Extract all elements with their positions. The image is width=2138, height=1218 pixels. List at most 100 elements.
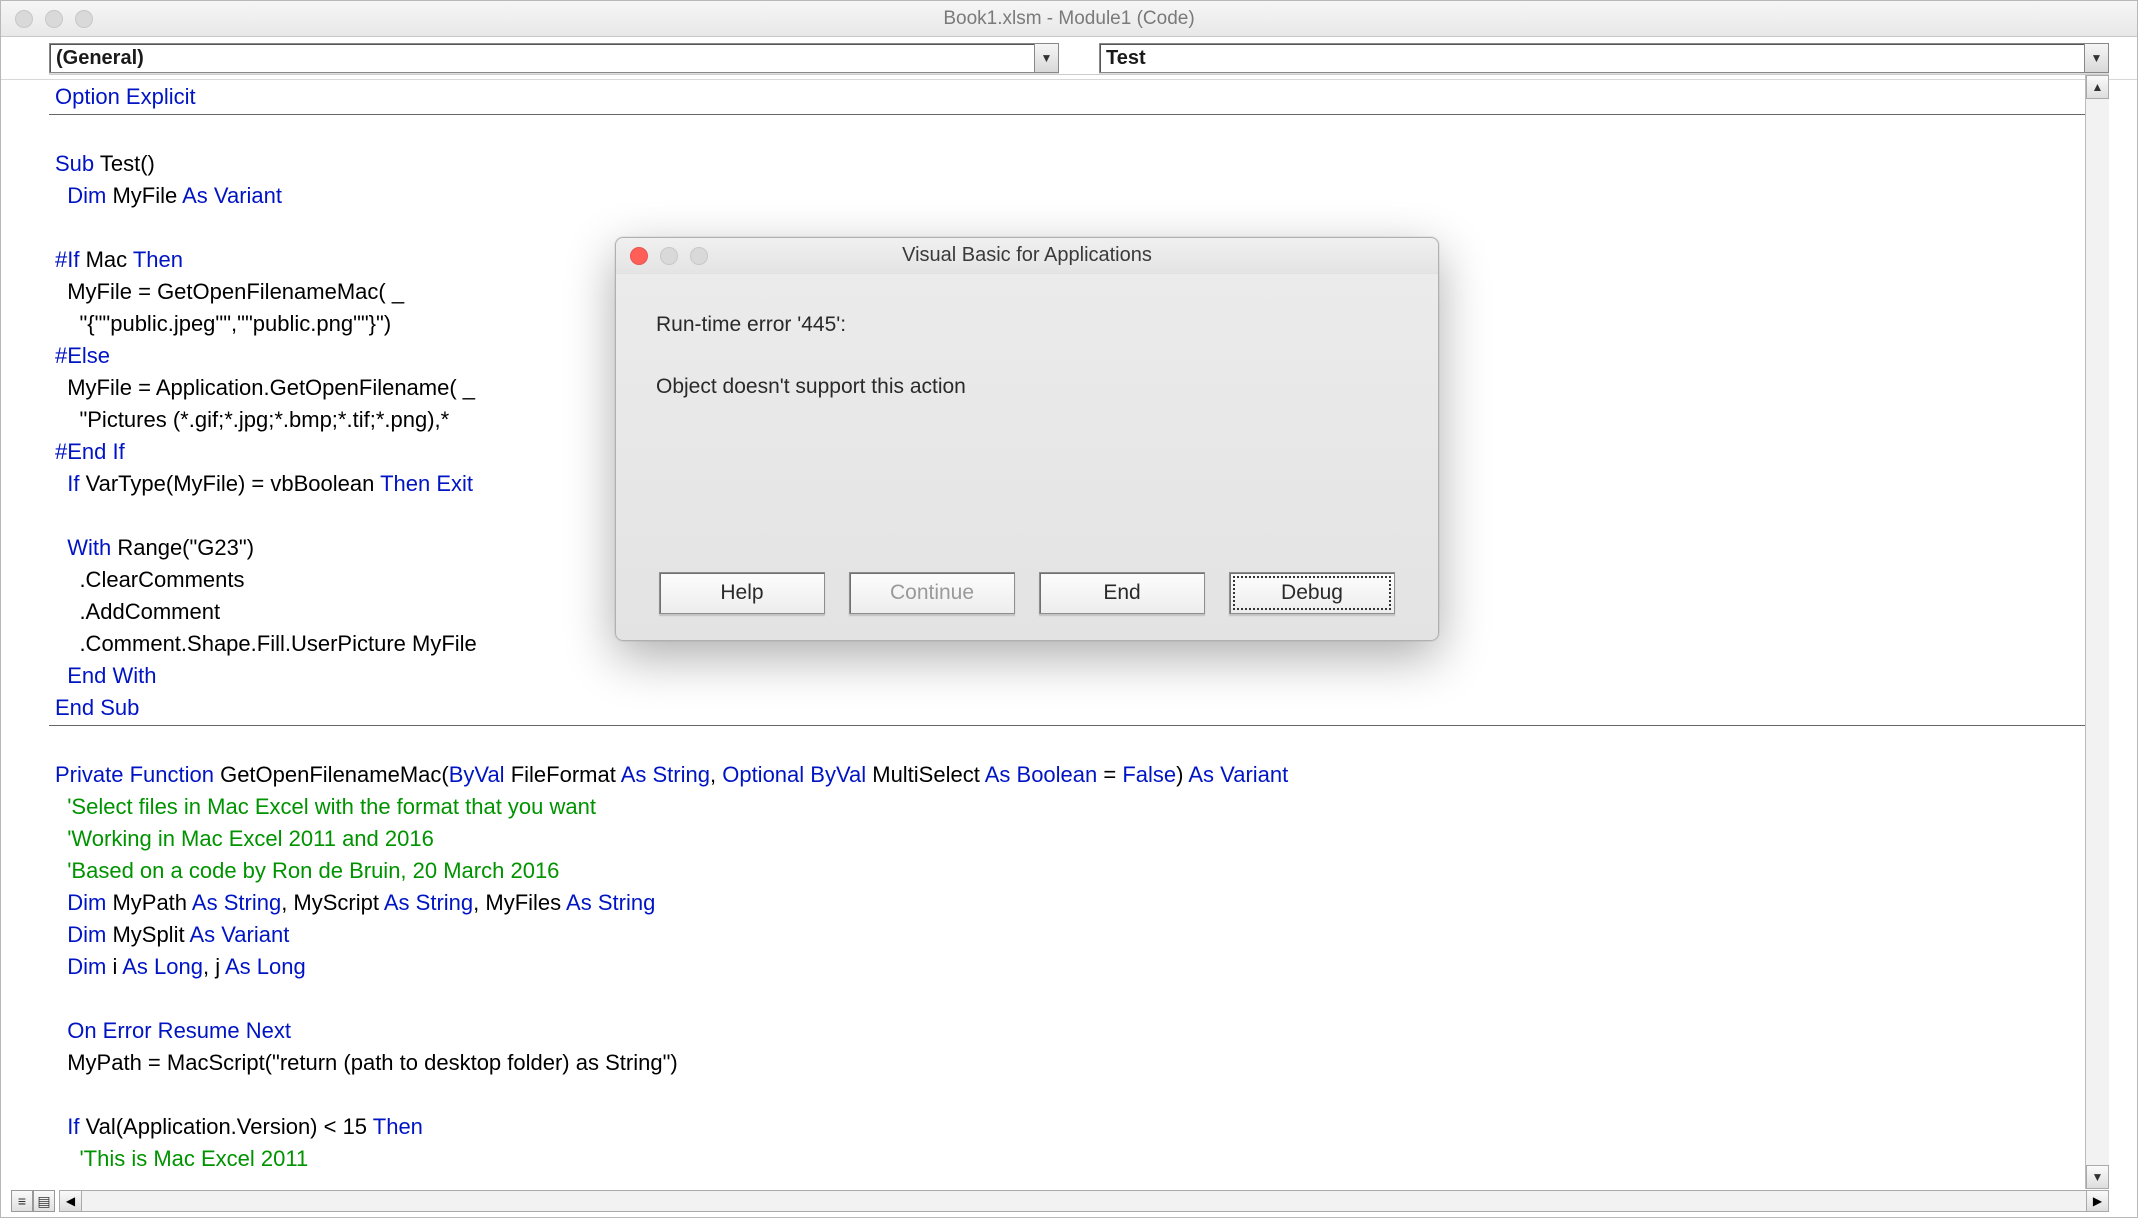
- object-dropdown-value: (General): [50, 47, 1034, 70]
- code-text: i: [106, 954, 122, 979]
- error-dialog: Visual Basic for Applications Run-time e…: [615, 237, 1439, 641]
- code-text: As Boolean: [985, 762, 1098, 787]
- code-text: Then Exit: [380, 471, 473, 496]
- bottom-bar: ≡ ▤ ◀ ▶: [11, 1189, 2109, 1213]
- error-code-text: Run-time error '445':: [656, 308, 1398, 342]
- code-text: Dim: [55, 183, 106, 208]
- window-titlebar: Book1.xlsm - Module1 (Code): [1, 1, 2137, 37]
- code-text: #End If: [55, 439, 125, 464]
- scroll-left-icon[interactable]: ◀: [60, 1191, 82, 1211]
- scroll-right-icon[interactable]: ▶: [2086, 1191, 2108, 1211]
- code-text: End Sub: [55, 695, 139, 720]
- code-text: MyPath: [106, 890, 192, 915]
- code-text: ,: [710, 762, 722, 787]
- end-button[interactable]: End: [1039, 572, 1205, 614]
- zoom-button[interactable]: [75, 10, 93, 28]
- code-text: As Variant: [1188, 762, 1288, 787]
- close-button[interactable]: [15, 10, 33, 28]
- code-text: GetOpenFilenameMac(: [214, 762, 449, 787]
- procedure-view-button[interactable]: ≡: [11, 1190, 33, 1212]
- code-text: As Long: [122, 954, 203, 979]
- code-text: MyFile = GetOpenFilenameMac( _: [55, 279, 404, 304]
- code-text: False: [1122, 762, 1176, 787]
- minimize-button[interactable]: [45, 10, 63, 28]
- dialog-close-button[interactable]: [630, 247, 648, 265]
- code-window: Book1.xlsm - Module1 (Code) (General) ▼ …: [0, 0, 2138, 1218]
- dialog-minimize-button: [660, 247, 678, 265]
- code-text: If: [55, 471, 79, 496]
- code-comment: 'Based on a code by Ron de Bruin, 20 Mar…: [55, 858, 559, 883]
- code-comment: 'Select files in Mac Excel with the form…: [55, 794, 596, 819]
- dialog-title: Visual Basic for Applications: [616, 244, 1438, 267]
- code-text: Dim: [55, 890, 106, 915]
- help-button[interactable]: Help: [659, 572, 825, 614]
- code-text: Range("G23"): [111, 535, 254, 560]
- code-text: As String: [384, 890, 473, 915]
- code-text: ByVal: [449, 762, 505, 787]
- dialog-zoom-button: [690, 247, 708, 265]
- code-text: "{""public.jpeg"",""public.png""}"): [55, 311, 391, 336]
- scroll-down-icon[interactable]: ▼: [2086, 1165, 2109, 1189]
- procedure-dropdown-value: Test: [1100, 47, 2084, 70]
- object-dropdown[interactable]: (General) ▼: [49, 43, 1059, 73]
- code-text: As String: [192, 890, 281, 915]
- code-text: .AddComment: [55, 599, 220, 624]
- code-text: =: [1097, 762, 1122, 787]
- code-text: With: [55, 535, 111, 560]
- scroll-track[interactable]: [82, 1191, 2086, 1211]
- code-text: MyFile: [106, 183, 182, 208]
- code-text: VarType(MyFile) = vbBoolean: [79, 471, 380, 496]
- traffic-lights: [1, 10, 93, 28]
- code-text: As String: [621, 762, 710, 787]
- view-buttons: ≡ ▤: [11, 1190, 55, 1212]
- window-title: Book1.xlsm - Module1 (Code): [1, 8, 2137, 30]
- code-text: "Pictures (*.gif;*.jpg;*.bmp;*.tif;*.png…: [55, 407, 449, 432]
- code-text: If: [55, 1114, 79, 1139]
- chevron-down-icon: ▼: [2084, 44, 2108, 72]
- horizontal-scrollbar[interactable]: ◀ ▶: [59, 1190, 2109, 1212]
- code-text: MultiSelect: [866, 762, 985, 787]
- code-text: , j: [203, 954, 225, 979]
- code-text: Option Explicit: [55, 84, 196, 109]
- code-comment: 'Working in Mac Excel 2011 and 2016: [55, 826, 434, 851]
- dialog-buttons: Help Continue End Debug: [616, 572, 1438, 614]
- scroll-up-icon[interactable]: ▲: [2086, 75, 2109, 99]
- dialog-titlebar: Visual Basic for Applications: [616, 238, 1438, 274]
- code-text: Val(Application.Version) < 15: [79, 1114, 372, 1139]
- error-description-text: Object doesn't support this action: [656, 370, 1398, 404]
- procedure-dropdown[interactable]: Test ▼: [1099, 43, 2109, 73]
- procedure-separator: [49, 725, 2085, 726]
- code-text: Sub: [55, 151, 94, 176]
- code-text: #If: [55, 247, 79, 272]
- code-text: FileFormat: [505, 762, 621, 787]
- code-text: Mac: [79, 247, 132, 272]
- code-text: #Else: [55, 343, 110, 368]
- full-module-view-button[interactable]: ▤: [33, 1190, 55, 1212]
- procedure-separator: [49, 114, 2085, 115]
- code-text: As Long: [225, 954, 306, 979]
- continue-button: Continue: [849, 572, 1015, 614]
- code-text: , MyFiles: [473, 890, 566, 915]
- code-text: MyPath = MacScript("return (path to desk…: [55, 1050, 678, 1075]
- code-text: As String: [566, 890, 655, 915]
- code-text: As Variant: [189, 922, 289, 947]
- code-text: MyFile = Application.GetOpenFilename( _: [55, 375, 475, 400]
- code-text: On Error Resume Next: [55, 1018, 291, 1043]
- dialog-traffic-lights: [616, 247, 708, 265]
- dialog-body: Run-time error '445': Object doesn't sup…: [616, 274, 1438, 404]
- code-text: Dim: [55, 954, 106, 979]
- vertical-scrollbar[interactable]: ▲ ▼: [2085, 75, 2109, 1189]
- chevron-down-icon: ▼: [1034, 44, 1058, 72]
- code-text: Then: [133, 247, 183, 272]
- code-text: , MyScript: [281, 890, 384, 915]
- code-text: Optional ByVal: [722, 762, 866, 787]
- code-text: ): [1176, 762, 1188, 787]
- code-text: End With: [55, 663, 156, 688]
- code-text: Test(): [94, 151, 155, 176]
- code-text: MySplit: [106, 922, 189, 947]
- code-comment: 'This is Mac Excel 2011: [55, 1146, 308, 1171]
- code-text: Dim: [55, 922, 106, 947]
- code-text: .Comment.Shape.Fill.UserPicture MyFile: [55, 631, 477, 656]
- code-text: As Variant: [182, 183, 282, 208]
- debug-button[interactable]: Debug: [1229, 572, 1395, 614]
